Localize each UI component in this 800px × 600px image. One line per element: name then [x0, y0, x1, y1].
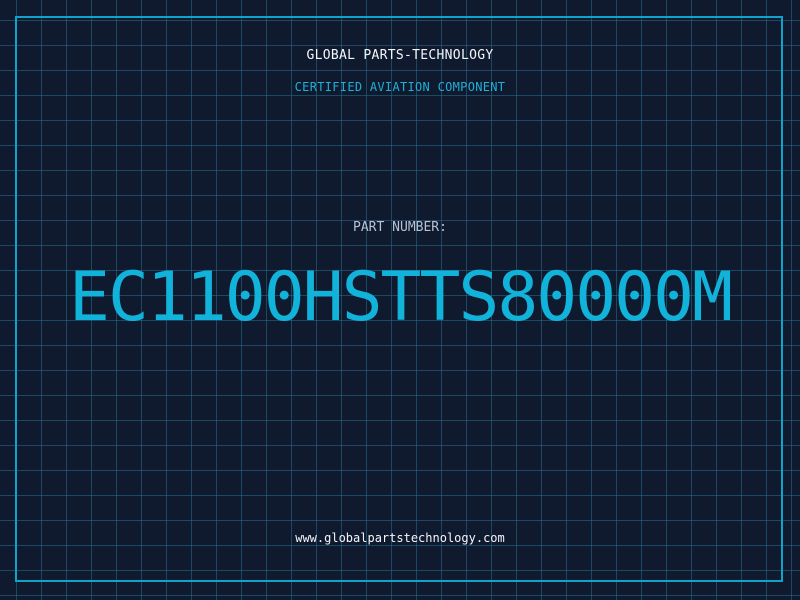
part-number-value: EC1100HSTTS80000M	[69, 258, 733, 337]
certification-tagline: CERTIFIED AVIATION COMPONENT	[294, 80, 506, 94]
website-link[interactable]: www.globalpartstechnology.com	[0, 531, 800, 545]
company-name: GLOBAL PARTS-TECHNOLOGY	[306, 48, 494, 63]
part-number-label: PART NUMBER:	[353, 220, 447, 235]
label-canvas: GLOBAL PARTS-TECHNOLOGY CERTIFIED AVIATI…	[0, 0, 800, 600]
